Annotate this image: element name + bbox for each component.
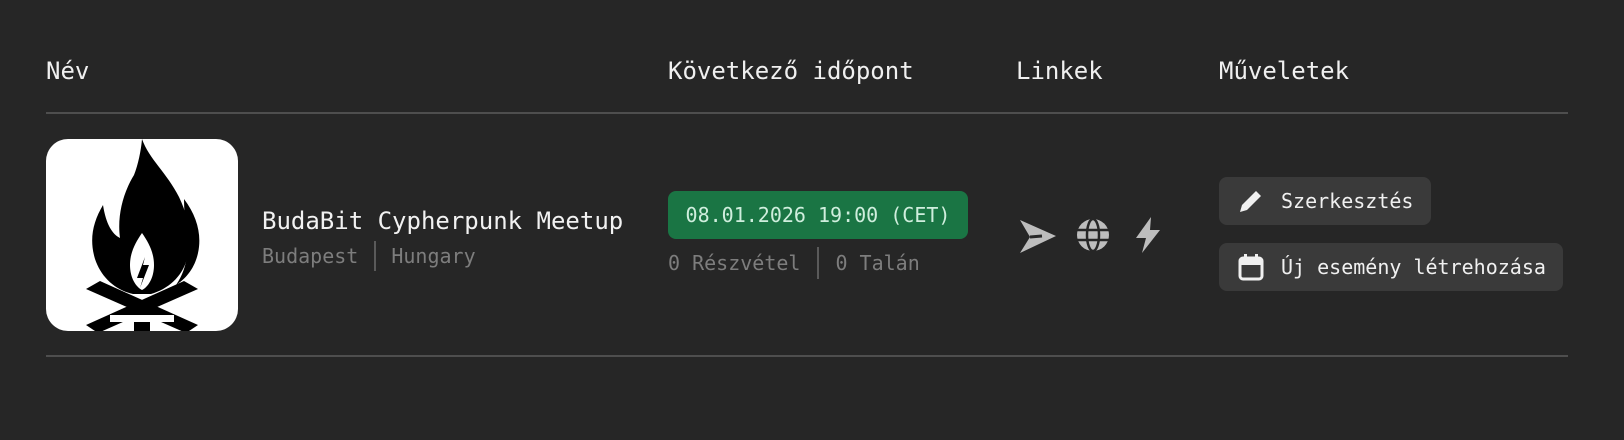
column-header-name: Név [46, 57, 90, 85]
event-name[interactable]: BudaBit Cypherpunk Meetup [262, 205, 623, 237]
rsvp-counts: 0 Részvétel 0 Talán [668, 247, 920, 279]
edit-button[interactable]: Szerkesztés [1219, 177, 1431, 225]
location-separator [374, 241, 377, 271]
column-header-links: Linkek [1016, 57, 1103, 85]
send-icon[interactable] [1018, 215, 1058, 255]
event-city: Budapest [262, 244, 359, 268]
header-divider [46, 112, 1568, 114]
new-event-button-label: Új esemény létrehozása [1281, 255, 1546, 279]
next-date-badge: 08.01.2026 19:00 (CET) [668, 191, 968, 239]
event-country: Hungary [391, 244, 476, 268]
pencil-icon [1237, 187, 1265, 215]
attendance-count: 0 Részvétel [668, 251, 801, 275]
globe-icon[interactable] [1073, 215, 1113, 255]
maybe-count: 0 Talán [835, 251, 920, 275]
column-header-actions: Műveletek [1219, 57, 1350, 85]
rsvp-separator [817, 247, 820, 279]
row-divider [46, 355, 1568, 357]
column-header-next-date: Következő időpont [668, 57, 914, 85]
calendar-icon [1237, 253, 1265, 281]
new-event-button[interactable]: Új esemény létrehozása [1219, 243, 1563, 291]
edit-button-label: Szerkesztés [1281, 189, 1414, 213]
event-logo [46, 139, 238, 331]
lightning-icon[interactable] [1128, 215, 1168, 255]
table-header: Név Következő időpont Linkek Műveletek [46, 55, 1568, 87]
event-location: Budapest Hungary [262, 241, 476, 271]
